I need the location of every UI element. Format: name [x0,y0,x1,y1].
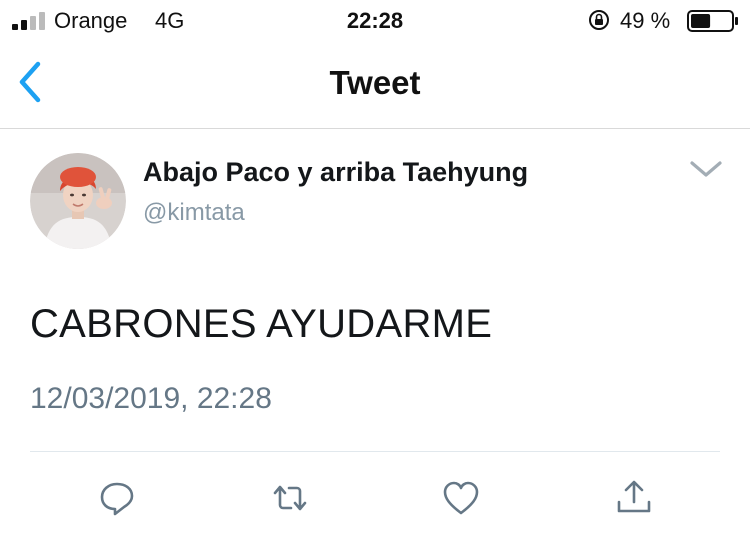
more-options-button[interactable] [686,152,726,186]
retweet-button[interactable] [270,478,310,518]
tweet-text: CABRONES AYUDARME [30,302,493,346]
like-button[interactable] [441,478,481,518]
page-title: Tweet [329,64,421,101]
retweet-icon [273,485,307,511]
divider [30,451,720,452]
display-name[interactable]: Abajo Paco y arriba Taehyung [143,157,528,188]
share-button[interactable] [614,478,654,518]
reply-button[interactable] [97,478,137,518]
tweet-detail-screen: Orange 4G 22:28 49 % Tweet Abajo Paco y … [0,0,750,538]
status-bar: Orange 4G 22:28 49 % [0,0,750,40]
profile-photo [30,153,126,249]
avatar[interactable] [30,153,126,249]
chevron-down-icon [690,161,722,177]
tweet-timestamp: 12/03/2019, 22:28 [30,382,272,415]
heart-icon [443,481,479,515]
battery-percentage: 49 % [620,8,671,33]
username[interactable]: @kimtata [143,199,245,227]
share-icon [617,480,651,513]
rotation-lock-icon [589,10,609,30]
reply-icon [100,482,134,516]
battery-icon [687,10,738,32]
navigation-bar: Tweet [0,40,750,129]
